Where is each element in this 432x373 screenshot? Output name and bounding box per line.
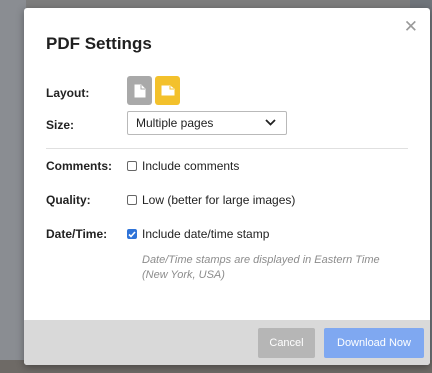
pdf-settings-dialog: ✕ PDF Settings Layout: Size: Multiple pa… <box>24 8 430 365</box>
cancel-button[interactable]: Cancel <box>258 328 315 358</box>
chevron-down-icon <box>265 119 276 126</box>
close-icon[interactable]: ✕ <box>404 18 418 35</box>
quality-checkbox[interactable] <box>127 195 137 205</box>
size-select[interactable]: Multiple pages <box>127 111 287 135</box>
portrait-page-icon <box>134 84 145 97</box>
size-select-value: Multiple pages <box>136 116 214 130</box>
layout-landscape-button[interactable] <box>155 76 180 105</box>
checkmark-icon <box>128 230 136 238</box>
background-left <box>0 0 26 373</box>
comments-label: Comments: <box>46 159 113 173</box>
layout-portrait-button[interactable] <box>127 76 152 105</box>
comments-checkbox-label: Include comments <box>142 159 240 173</box>
comments-option[interactable]: Include comments <box>127 159 239 173</box>
download-now-button[interactable]: Download Now <box>324 328 424 358</box>
size-label: Size: <box>46 118 75 132</box>
datetime-checkbox-label: Include date/time stamp <box>142 227 270 241</box>
landscape-page-icon <box>161 85 174 96</box>
divider <box>46 148 408 149</box>
dialog-title: PDF Settings <box>46 34 152 53</box>
quality-label: Quality: <box>46 193 91 207</box>
quality-option[interactable]: Low (better for large images) <box>127 193 295 207</box>
datetime-note: Date/Time stamps are displayed in Easter… <box>142 254 380 281</box>
layout-label: Layout: <box>46 86 90 100</box>
quality-checkbox-label: Low (better for large images) <box>142 193 296 207</box>
datetime-label: Date/Time: <box>46 227 108 241</box>
datetime-checkbox[interactable] <box>127 229 137 239</box>
comments-checkbox[interactable] <box>127 161 137 171</box>
datetime-option[interactable]: Include date/time stamp <box>127 227 269 241</box>
